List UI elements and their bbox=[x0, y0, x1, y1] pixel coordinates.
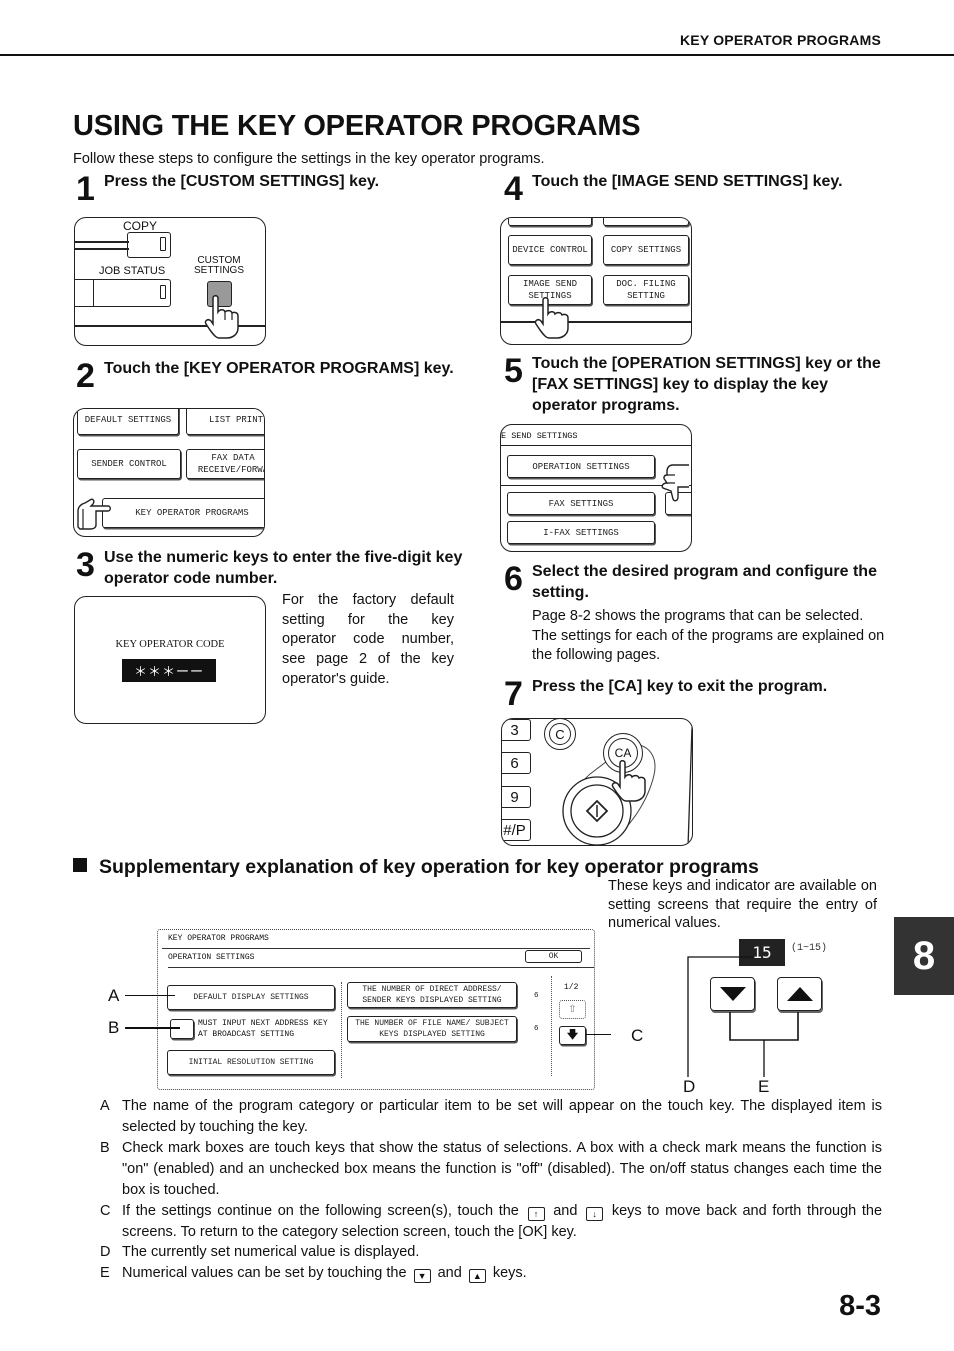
fax-data-receive-forward-key[interactable]: FAX DATA RECEIVE/FORWA bbox=[186, 449, 264, 479]
callout-c: C bbox=[631, 1026, 644, 1045]
pointing-hand-icon bbox=[77, 498, 111, 530]
page-down-button[interactable]: 🡇 bbox=[559, 1026, 586, 1045]
callout-lines-d-e bbox=[687, 956, 799, 1077]
copy-settings-key[interactable]: COPY SETTINGS bbox=[603, 235, 689, 265]
step-title-5: Touch the [OPERATION SETTINGS] key or th… bbox=[532, 355, 881, 414]
chapter-tab: 8 bbox=[894, 917, 954, 995]
key-operator-code-figure: KEY OPERATOR CODE ＊＊＊ーー bbox=[74, 596, 266, 724]
direct-address-keys-value: 6 bbox=[534, 992, 539, 1000]
fax-settings-key[interactable]: FAX SETTINGS bbox=[507, 492, 655, 515]
pointing-hand-icon bbox=[534, 297, 569, 339]
copy-key[interactable] bbox=[127, 232, 171, 258]
image-send-settings-header: E SEND SETTINGS bbox=[501, 431, 578, 441]
step-title-7: Press the [CA] key to exit the program. bbox=[532, 678, 828, 695]
step-body-6: Page 8-2 shows the programs that can be … bbox=[532, 608, 885, 664]
ca-key-figure: 3 6 9 #/P C CA bbox=[501, 718, 693, 846]
running-header: KEY OPERATOR PROGRAMS bbox=[679, 32, 881, 48]
step-number-2: 2 bbox=[76, 357, 95, 395]
operation-settings-figure: E SEND SETTINGS OPERATION SETTINGS FAX S… bbox=[500, 424, 692, 552]
callout-b-line bbox=[125, 1027, 180, 1029]
hash-p-key[interactable]: #/P bbox=[502, 819, 531, 841]
pointing-hand-icon bbox=[611, 760, 646, 802]
sender-control-key[interactable]: SENDER CONTROL bbox=[77, 449, 181, 479]
numeric-keys-note: These keys and indicator are available o… bbox=[608, 878, 877, 931]
i-fax-settings-key[interactable]: I-FAX SETTINGS bbox=[507, 521, 655, 544]
note-a: A The name of the program category or pa… bbox=[100, 1098, 882, 1135]
step-number-3: 3 bbox=[76, 546, 95, 584]
triangle-up-inline-icon: ▲ bbox=[468, 1269, 486, 1283]
note-d: D The currently set numerical value is d… bbox=[100, 1244, 420, 1260]
initial-resolution-setting-key[interactable]: INITIAL RESOLUTION SETTING bbox=[167, 1050, 335, 1075]
callout-a: A bbox=[108, 986, 120, 1005]
job-status-key[interactable] bbox=[75, 278, 171, 307]
key-operator-programs-figure: DEFAULT SETTINGS LIST PRINT SENDER CONTR… bbox=[73, 408, 265, 537]
custom-settings-label: CUSTOM SETTINGS bbox=[193, 255, 244, 276]
default-settings-key[interactable]: DEFAULT SETTINGS bbox=[77, 409, 179, 435]
control-key-partial[interactable]: CONTROL bbox=[508, 218, 592, 226]
file-name-keys-setting-key[interactable]: THE NUMBER OF FILE NAME/ SUBJECT KEYS DI… bbox=[347, 1016, 517, 1042]
step-title-1: Press the [CUSTOM SETTINGS] key. bbox=[104, 173, 380, 190]
callout-a-line bbox=[125, 995, 175, 997]
broadcast-setting-label: MUST INPUT NEXT ADDRESS KEY AT BROADCAST… bbox=[198, 1019, 328, 1039]
step-number-5: 5 bbox=[504, 352, 523, 390]
page-up-inline-icon: ↑ bbox=[527, 1207, 545, 1221]
screen-title: KEY OPERATOR PROGRAMS bbox=[168, 934, 269, 943]
section-heading: Supplementary explanation of key operati… bbox=[73, 856, 759, 879]
step-number-1: 1 bbox=[76, 170, 95, 208]
key-operator-code-label: KEY OPERATOR CODE bbox=[115, 639, 225, 650]
device-control-key[interactable]: DEVICE CONTROL bbox=[508, 235, 592, 265]
callout-b: B bbox=[108, 1018, 120, 1037]
intro-text: Follow these steps to configure the sett… bbox=[73, 151, 545, 167]
step-number-4: 4 bbox=[504, 170, 523, 208]
callout-d: D bbox=[683, 1077, 696, 1096]
step-body-3: For the factory default setting for the … bbox=[282, 592, 454, 687]
copy-label: COPY bbox=[123, 219, 158, 233]
numeric-key-9[interactable]: 9 bbox=[502, 786, 531, 808]
page-indicator: 1/2 bbox=[564, 983, 579, 992]
header-rule bbox=[0, 54, 954, 56]
file-name-keys-value: 6 bbox=[534, 1025, 539, 1033]
code-display: ＊＊＊ーー bbox=[122, 659, 216, 682]
step-number-6: 6 bbox=[504, 560, 523, 598]
image-send-settings-figure: CONTROL CONTROL DEVICE CONTROL COPY SETT… bbox=[500, 217, 692, 345]
step-title-4: Touch the [IMAGE SEND SETTINGS] key. bbox=[532, 173, 843, 190]
list-print-key[interactable]: LIST PRINT bbox=[186, 409, 264, 435]
page-title: USING THE KEY OPERATOR PROGRAMS bbox=[73, 110, 641, 142]
page-up-button[interactable]: ⇧ bbox=[559, 1000, 586, 1019]
ok-button[interactable]: OK bbox=[525, 950, 582, 963]
note-b: B Check mark boxes are touch keys that s… bbox=[100, 1140, 882, 1198]
numeric-key-6[interactable]: 6 bbox=[502, 752, 531, 774]
doc-filing-setting-key[interactable]: DOC. FILING SETTING bbox=[603, 275, 689, 305]
direct-address-keys-setting-key[interactable]: THE NUMBER OF DIRECT ADDRESS/ SENDER KEY… bbox=[347, 982, 517, 1008]
note-e: E Numerical values can be set by touchin… bbox=[100, 1265, 527, 1283]
bullet-square-icon bbox=[73, 858, 87, 872]
custom-settings-figure: COPY JOB STATUS CUSTOM SETTINGS bbox=[74, 217, 266, 346]
default-display-settings-key[interactable]: DEFAULT DISPLAY SETTINGS bbox=[167, 985, 335, 1010]
step-title-2: Touch the [KEY OPERATOR PROGRAMS] key. bbox=[104, 360, 454, 377]
pointing-hand-icon bbox=[204, 295, 239, 339]
note-c: C If the settings continue on the follow… bbox=[100, 1203, 883, 1240]
numeric-key-3[interactable]: 3 bbox=[502, 719, 531, 741]
callout-c-line bbox=[586, 1034, 611, 1036]
page-number: 8-3 bbox=[839, 1290, 881, 1322]
callout-e: E bbox=[758, 1077, 770, 1096]
section-heading-text: Supplementary explanation of key operati… bbox=[99, 856, 759, 878]
page-down-inline-icon: ↓ bbox=[586, 1207, 604, 1221]
control-key-partial-2[interactable]: CONTROL bbox=[603, 218, 689, 226]
broadcast-setting-checkbox[interactable] bbox=[170, 1019, 194, 1039]
step-number-7: 7 bbox=[504, 675, 523, 713]
step-title-3: Use the numeric keys to enter the five-d… bbox=[104, 549, 463, 587]
job-status-indicator-icon bbox=[160, 285, 166, 299]
operation-settings-key[interactable]: OPERATION SETTINGS bbox=[507, 455, 655, 478]
operation-settings-screen: KEY OPERATOR PROGRAMS OPERATION SETTINGS… bbox=[157, 929, 595, 1090]
triangle-down-inline-icon: ▼ bbox=[413, 1269, 431, 1283]
pointing-hand-icon bbox=[661, 464, 689, 502]
copy-indicator-icon bbox=[160, 237, 166, 251]
step-title-6: Select the desired program and configure… bbox=[532, 563, 877, 601]
job-status-label: JOB STATUS bbox=[99, 265, 166, 277]
screen-subtitle: OPERATION SETTINGS bbox=[168, 953, 255, 962]
key-operator-programs-key[interactable]: KEY OPERATOR PROGRAMS bbox=[102, 498, 264, 528]
